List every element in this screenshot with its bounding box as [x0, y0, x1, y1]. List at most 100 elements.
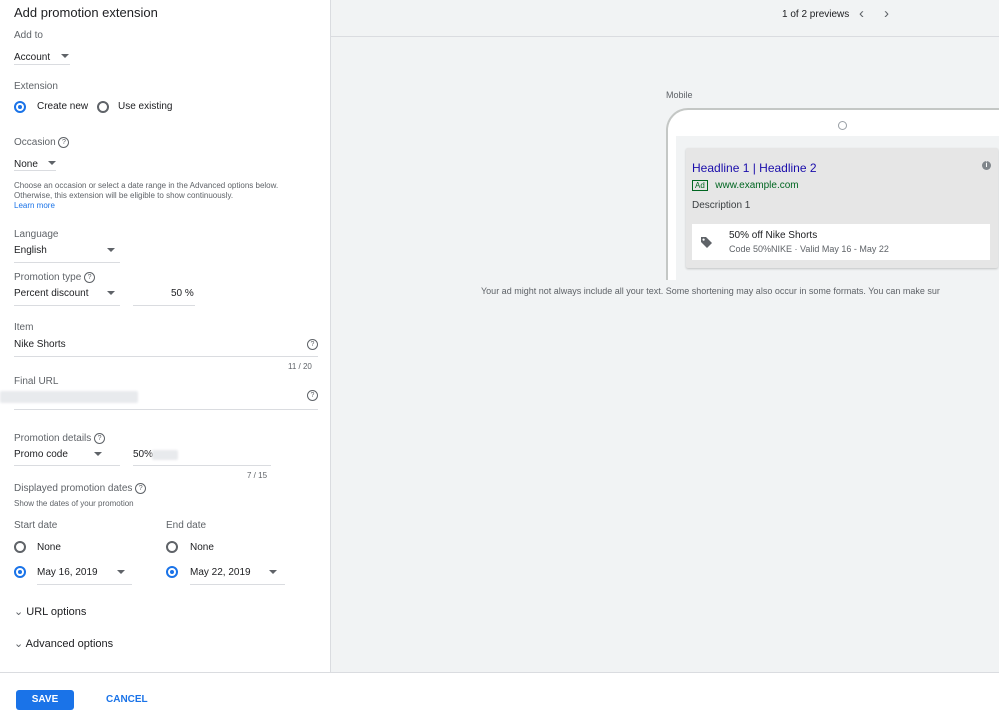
- promotion-details-underline: [14, 465, 120, 466]
- create-new-label[interactable]: Create new: [37, 101, 88, 112]
- end-date-label: End date: [166, 520, 207, 531]
- promotion-row: 50% off Nike Shorts Code 50%NIKE · Valid…: [692, 224, 990, 260]
- chevron-down-icon: [60, 53, 69, 58]
- cancel-button[interactable]: CANCEL: [106, 694, 148, 705]
- promotion-type-label: Promotion type: [14, 272, 82, 284]
- advanced-options-label: Advanced options: [25, 638, 114, 650]
- final-url-input[interactable]: [0, 391, 138, 403]
- end-none-label[interactable]: None: [190, 542, 214, 553]
- occasion-label: Occasion: [14, 137, 56, 149]
- percent-underline: [133, 305, 195, 306]
- promotion-details-label-row: Promotion details ?: [14, 433, 106, 445]
- chevron-down-icon: [48, 160, 57, 165]
- promotion-details-dropdown[interactable]: [14, 444, 120, 464]
- final-url-underline: [14, 409, 318, 410]
- ad-preview-card: Headline 1 | Headline 2 i Ad www.example…: [686, 148, 998, 268]
- item-underline: [14, 356, 318, 357]
- ad-description: Description 1: [692, 200, 751, 211]
- language-label: Language: [14, 229, 59, 240]
- item-char-count: 11 / 20: [288, 362, 312, 371]
- promo-code-char-count: 7 / 15: [247, 471, 268, 480]
- promo-code-input[interactable]: 50%: [133, 449, 153, 460]
- start-date-label: Start date: [14, 520, 58, 531]
- advanced-options-toggle[interactable]: ⌄ Advanced options: [14, 637, 113, 650]
- use-existing-label[interactable]: Use existing: [118, 101, 172, 112]
- chevron-right-icon[interactable]: ›: [884, 5, 889, 22]
- promotion-type-underline: [14, 305, 120, 306]
- occasion-underline: [14, 170, 56, 171]
- url-options-toggle[interactable]: ⌄ URL options: [14, 605, 86, 618]
- camera-icon: [838, 121, 847, 130]
- chevron-down-icon: [117, 570, 125, 574]
- start-date-underline: [37, 584, 132, 585]
- add-to-dropdown[interactable]: Account: [14, 47, 69, 65]
- occasion-label-row: Occasion ?: [14, 137, 70, 149]
- preview-disclaimer: Your ad might not always include all you…: [481, 286, 940, 296]
- help-icon[interactable]: ?: [307, 339, 318, 350]
- mobile-device-frame: Headline 1 | Headline 2 i Ad www.example…: [666, 108, 999, 280]
- url-options-label: URL options: [26, 606, 87, 618]
- displayed-dates-label: Displayed promotion dates: [14, 483, 133, 495]
- start-none-label[interactable]: None: [37, 542, 61, 553]
- add-to-underline: [14, 64, 70, 65]
- info-icon[interactable]: i: [982, 161, 991, 170]
- percent-field[interactable]: 50 %: [171, 288, 194, 299]
- preview-pane: 1 of 2 previews ‹ › Mobile Headline 1 | …: [331, 0, 999, 672]
- promo-title: 50% off Nike Shorts: [729, 230, 818, 241]
- percent-suffix: %: [184, 288, 194, 299]
- help-icon[interactable]: ?: [94, 433, 106, 444]
- add-to-value: Account: [14, 52, 51, 63]
- chevron-down-icon: [107, 291, 115, 295]
- tag-icon: [701, 237, 712, 248]
- ad-badge: Ad: [692, 180, 708, 192]
- end-date-underline: [190, 584, 285, 585]
- language-dropdown[interactable]: [14, 240, 120, 260]
- promotion-details-label: Promotion details: [14, 433, 92, 445]
- use-existing-radio[interactable]: [97, 101, 109, 113]
- chevron-down-icon: ⌄: [14, 606, 24, 618]
- end-none-radio[interactable]: [166, 541, 178, 553]
- occasion-help-text: Choose an occasion or select a date rang…: [14, 181, 279, 210]
- start-date-picker[interactable]: [37, 562, 132, 582]
- learn-more-link[interactable]: Learn more: [14, 201, 55, 210]
- help-icon[interactable]: ?: [135, 483, 147, 494]
- promotion-type-dropdown[interactable]: [14, 283, 120, 303]
- ad-display-url: www.example.com: [715, 180, 799, 192]
- end-date-picker[interactable]: [190, 562, 285, 582]
- occasion-value: None: [14, 159, 38, 170]
- help-icon[interactable]: ?: [58, 137, 70, 148]
- start-date-radio[interactable]: [14, 566, 26, 578]
- create-new-radio[interactable]: [14, 101, 26, 113]
- preview-toolbar: 1 of 2 previews ‹ ›: [331, 0, 999, 37]
- item-input[interactable]: Nike Shorts: [14, 339, 66, 350]
- displayed-dates-subtext: Show the dates of your promotion: [14, 499, 134, 508]
- ad-headline[interactable]: Headline 1 | Headline 2: [692, 161, 817, 175]
- promotion-extension-panel: Add promotion extension Add to Account E…: [0, 0, 331, 672]
- help-icon[interactable]: ?: [84, 272, 96, 283]
- preview-counter: 1 of 2 previews: [782, 9, 850, 20]
- promo-code-redaction: [152, 450, 178, 460]
- extension-label: Extension: [14, 81, 58, 92]
- chevron-down-icon: ⌄: [14, 638, 24, 650]
- promo-code-underline: [133, 465, 271, 466]
- chevron-left-icon[interactable]: ‹: [859, 5, 864, 22]
- ad-url-row: Ad www.example.com: [692, 177, 799, 195]
- promotion-type-label-row: Promotion type ?: [14, 272, 96, 284]
- chevron-down-icon: [94, 452, 102, 456]
- panel-title: Add promotion extension: [14, 5, 158, 20]
- item-label: Item: [14, 322, 34, 333]
- displayed-dates-label-row: Displayed promotion dates ?: [14, 483, 147, 495]
- device-label: Mobile: [666, 90, 693, 100]
- add-to-label: Add to: [14, 30, 43, 41]
- help-icon[interactable]: ?: [307, 390, 318, 401]
- start-none-radio[interactable]: [14, 541, 26, 553]
- save-button[interactable]: SAVE: [16, 690, 74, 710]
- language-underline: [14, 262, 120, 263]
- promo-detail: Code 50%NIKE · Valid May 16 - May 22: [729, 244, 889, 254]
- end-date-radio[interactable]: [166, 566, 178, 578]
- percent-value: 50: [171, 288, 183, 299]
- chevron-down-icon: [107, 248, 115, 252]
- final-url-label: Final URL: [14, 376, 59, 387]
- mobile-screen: Headline 1 | Headline 2 i Ad www.example…: [676, 136, 999, 280]
- footer-bar: [0, 672, 999, 700]
